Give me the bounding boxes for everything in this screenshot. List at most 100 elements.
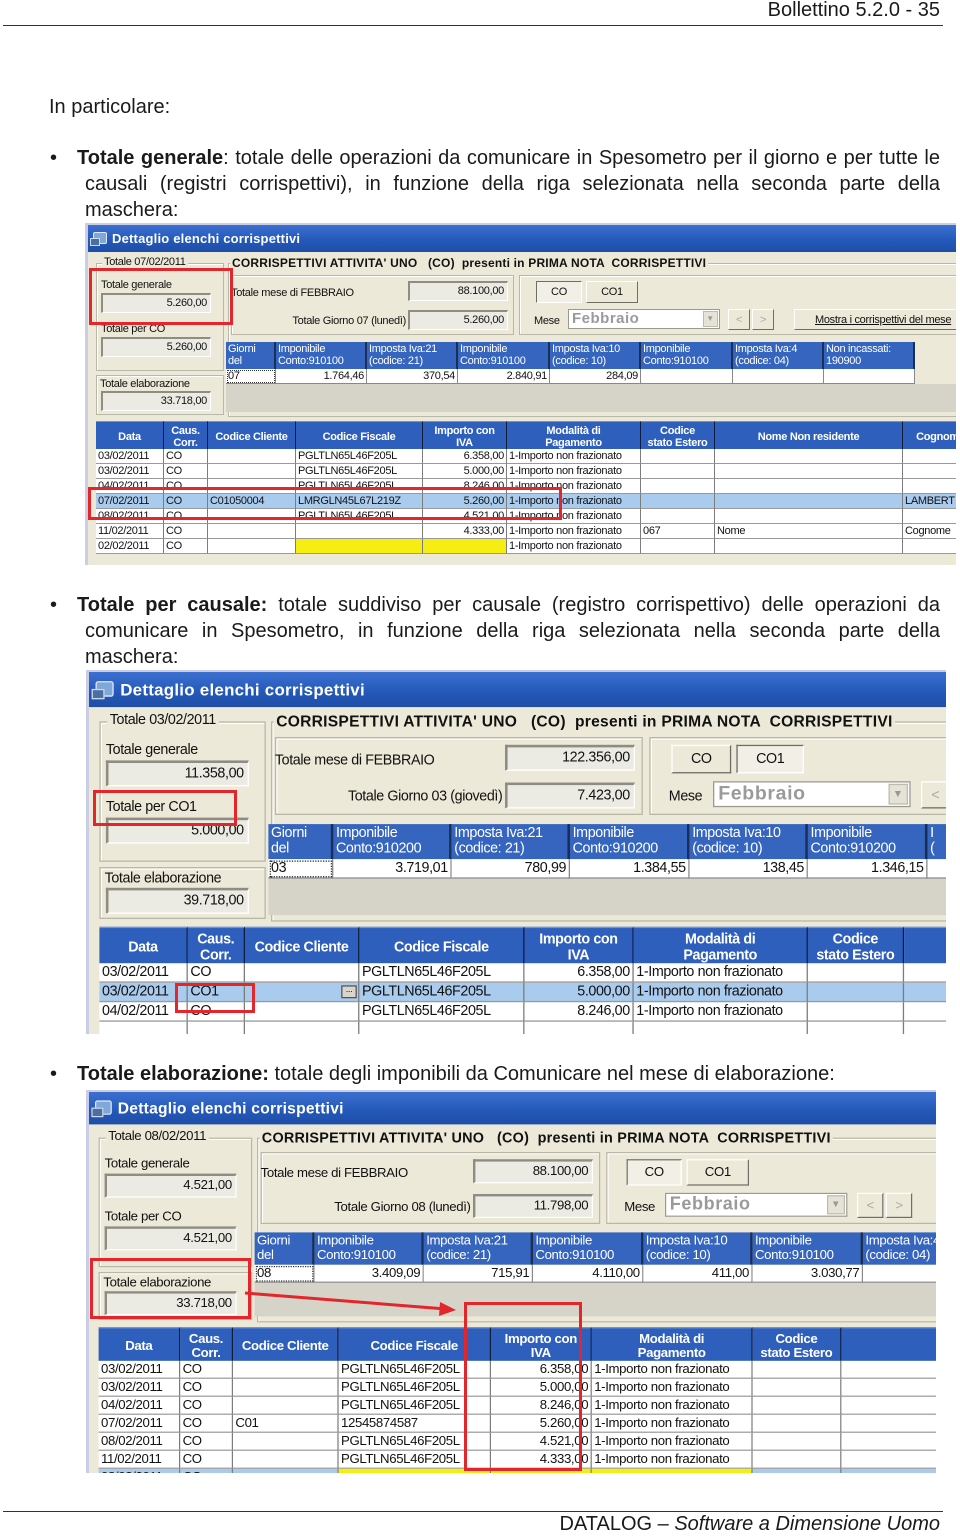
summary-cell[interactable]: 4.110,00 bbox=[533, 1264, 644, 1283]
summary-cell[interactable] bbox=[641, 369, 733, 384]
table-cell[interactable]: 5.000,00 bbox=[524, 982, 634, 1003]
table-cell[interactable]: 1-Importo non frazionato bbox=[507, 524, 641, 539]
table-cell[interactable]: 1-Importo non frazionato bbox=[633, 1002, 808, 1022]
summary-cell[interactable]: 370,54 bbox=[367, 369, 458, 384]
table-cell[interactable]: CO bbox=[180, 1396, 233, 1415]
table-row[interactable] bbox=[99, 1021, 946, 1034]
table-row[interactable]: 02/02/2011 CO 1-Importo non frazionato bbox=[96, 539, 956, 554]
grid-column-header[interactable]: Modalità di Pagamento bbox=[633, 926, 808, 964]
table-cell[interactable] bbox=[233, 1396, 339, 1415]
table-cell[interactable]: ... bbox=[245, 982, 360, 1003]
table-cell[interactable]: 03/02/2011 bbox=[98, 1360, 181, 1379]
table-row[interactable]: 03/02/2011 CO PGLTLN65L46F205L 6.358,00 1-Im… bbox=[99, 963, 946, 983]
grid-column-header[interactable] bbox=[904, 926, 946, 964]
causale-button-co1[interactable]: CO1 bbox=[736, 744, 804, 774]
table-cell[interactable]: LAMBERT bbox=[903, 494, 956, 509]
table-cell[interactable] bbox=[641, 479, 715, 494]
table-cell[interactable] bbox=[753, 1468, 842, 1473]
previous-month-button[interactable]: < bbox=[728, 309, 750, 330]
table-cell[interactable] bbox=[423, 539, 507, 554]
table-cell[interactable]: CO bbox=[164, 539, 208, 554]
table-cell[interactable]: PGLTLN65L46F205L bbox=[359, 1002, 525, 1022]
table-cell[interactable] bbox=[807, 1002, 905, 1022]
summary-cell[interactable]: 121,2 bbox=[863, 1264, 936, 1283]
table-cell[interactable]: CO bbox=[164, 464, 208, 479]
table-cell[interactable] bbox=[641, 464, 715, 479]
summary-cell[interactable]: 1.764,46 bbox=[276, 369, 367, 384]
table-cell[interactable]: 8.246,00 bbox=[524, 1002, 634, 1022]
grid-column-header[interactable]: Codice Fiscale bbox=[296, 421, 423, 449]
table-cell[interactable]: C01 bbox=[233, 1414, 339, 1433]
table-cell[interactable] bbox=[641, 539, 715, 554]
table-cell[interactable] bbox=[233, 1432, 339, 1451]
table-cell[interactable]: 6.358,00 bbox=[423, 449, 507, 464]
table-cell[interactable]: 03/02/2011 bbox=[96, 464, 164, 479]
table-cell[interactable]: 1-Importo non frazionato bbox=[507, 449, 641, 464]
table-cell[interactable] bbox=[903, 464, 956, 479]
table-cell[interactable]: 03/02/2011 bbox=[99, 963, 188, 983]
table-cell[interactable] bbox=[841, 1361, 936, 1379]
causale-button-co1[interactable]: CO1 bbox=[686, 1159, 749, 1186]
grid-column-header[interactable]: Data bbox=[98, 1327, 181, 1361]
table-cell[interactable] bbox=[903, 539, 956, 554]
table-cell[interactable]: CO bbox=[164, 524, 208, 539]
table-cell[interactable] bbox=[99, 1021, 188, 1034]
table-cell[interactable]: Nome bbox=[715, 524, 903, 539]
table-cell[interactable] bbox=[641, 494, 715, 509]
table-cell[interactable] bbox=[208, 449, 296, 464]
table-cell[interactable]: 1-Importo non frazionato bbox=[591, 1378, 753, 1397]
table-cell[interactable]: 03/02/2011 bbox=[98, 1378, 181, 1397]
table-cell[interactable] bbox=[841, 1469, 936, 1473]
table-cell[interactable]: 1-Importo non frazionato bbox=[591, 1360, 753, 1379]
grid-column-header[interactable]: Caus. Corr. bbox=[164, 421, 208, 449]
table-cell[interactable] bbox=[233, 1468, 339, 1473]
table-cell[interactable] bbox=[841, 1397, 936, 1415]
table-cell[interactable]: PGLTLN65L46F205L bbox=[296, 464, 423, 479]
table-cell[interactable]: PGLTLN65L46F205L bbox=[359, 963, 525, 983]
table-cell[interactable] bbox=[715, 539, 903, 554]
next-month-button[interactable]: > bbox=[885, 1192, 913, 1218]
table-cell[interactable]: CO bbox=[164, 449, 208, 464]
summary-cell[interactable]: 3.030,77 bbox=[752, 1264, 864, 1283]
grid-column-header[interactable]: Modalità di Pagamento bbox=[591, 1327, 753, 1361]
table-cell[interactable]: CO bbox=[180, 1360, 233, 1379]
show-month-button[interactable]: Mostra i corrispettivi del mese bbox=[794, 309, 956, 330]
table-cell[interactable] bbox=[715, 494, 903, 509]
table-cell[interactable]: 1-Importo non frazionato bbox=[507, 464, 641, 479]
table-cell[interactable] bbox=[841, 1433, 936, 1451]
table-cell[interactable] bbox=[208, 524, 296, 539]
grid-column-header[interactable]: Codice Cliente bbox=[233, 1327, 339, 1361]
summary-cell[interactable]: 138,45 bbox=[689, 859, 808, 879]
causale-button-co[interactable]: CO bbox=[626, 1159, 682, 1186]
table-cell[interactable] bbox=[525, 1021, 634, 1034]
table-cell[interactable] bbox=[715, 464, 903, 479]
table-cell[interactable] bbox=[296, 539, 423, 554]
table-cell[interactable] bbox=[904, 983, 946, 1003]
table-cell[interactable] bbox=[233, 1378, 339, 1397]
table-cell[interactable]: 1-Importo non frazionato bbox=[633, 963, 808, 983]
grid-column-header[interactable]: Codice stato Estero bbox=[752, 1327, 842, 1361]
table-cell[interactable] bbox=[715, 449, 903, 464]
table-cell[interactable] bbox=[808, 1021, 905, 1034]
table-cell[interactable] bbox=[245, 1021, 360, 1034]
grid-column-header[interactable]: Data bbox=[96, 421, 164, 449]
table-row[interactable]: 11/02/2011 CO 4.333,00 1-Importo non frazio… bbox=[96, 524, 956, 539]
table-cell[interactable] bbox=[359, 1021, 525, 1034]
grid-column-header[interactable]: Codice stato Estero bbox=[807, 926, 905, 964]
grid-column-header[interactable]: Codice Cliente bbox=[245, 926, 360, 964]
table-cell[interactable] bbox=[296, 524, 423, 539]
table-cell[interactable] bbox=[752, 1414, 842, 1433]
table-cell[interactable] bbox=[807, 963, 905, 983]
grid-column-header[interactable]: Codice Cliente bbox=[208, 421, 296, 449]
grid-column-header[interactable]: Codice Fiscale bbox=[359, 926, 525, 964]
table-cell[interactable]: PGLTLN65L46F205L bbox=[296, 449, 423, 464]
table-cell[interactable]: CO bbox=[187, 963, 245, 983]
table-cell[interactable]: 5.000,00 bbox=[423, 464, 507, 479]
grid-column-header[interactable]: Importo con IVA bbox=[524, 926, 634, 964]
grid-column-header[interactable]: Importo con IVA bbox=[423, 421, 507, 449]
table-row[interactable]: 03/02/2011 CO PGLTLN65L46F205L 5.000,00 1-Im… bbox=[96, 464, 956, 479]
table-cell[interactable] bbox=[634, 1021, 808, 1034]
table-cell[interactable] bbox=[752, 1378, 842, 1397]
table-cell[interactable]: 08/02/2011 bbox=[98, 1432, 181, 1451]
table-cell[interactable]: 6.358,00 bbox=[524, 963, 634, 983]
